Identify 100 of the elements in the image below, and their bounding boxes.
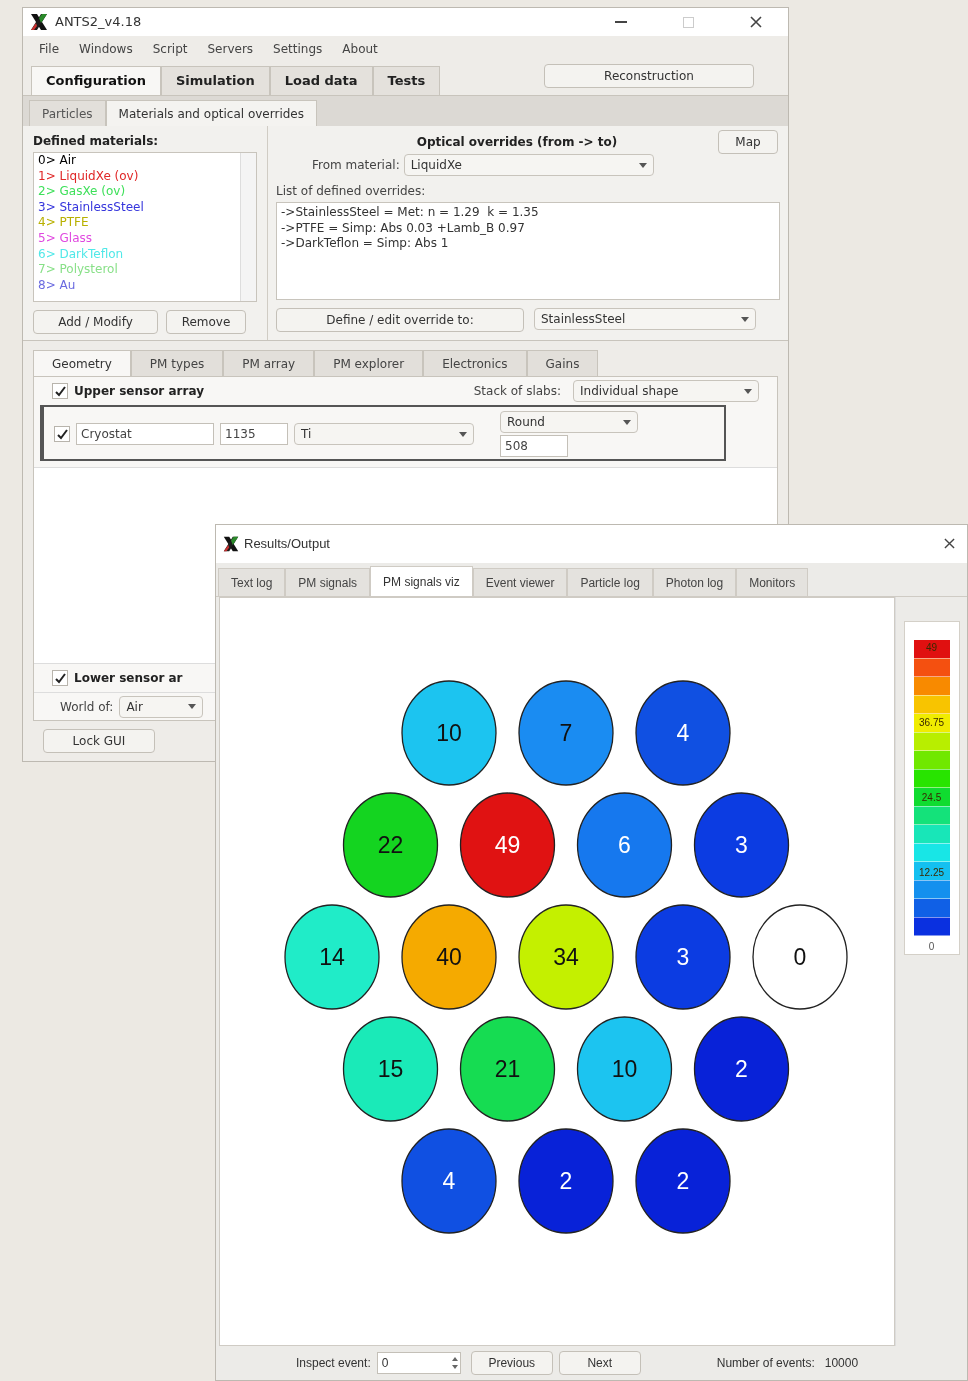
- results-tab[interactable]: Text log: [218, 568, 286, 597]
- detector-tab[interactable]: PM explorer: [314, 350, 424, 376]
- checkbox[interactable]: [52, 383, 68, 399]
- define-override-button[interactable]: Define / edit override to:: [276, 308, 524, 332]
- results-tab[interactable]: PM signals: [285, 568, 371, 597]
- map-button[interactable]: Map: [718, 130, 778, 154]
- world-dropdown[interactable]: Air: [119, 695, 204, 718]
- sub-tab[interactable]: Materials and optical overrides: [105, 100, 317, 126]
- scrollbar[interactable]: [240, 153, 256, 301]
- next-button[interactable]: Next: [558, 1351, 641, 1376]
- scale-label: 36.75: [918, 717, 945, 730]
- menu-item[interactable]: File: [39, 39, 60, 58]
- pm-sensor[interactable]: [693, 792, 790, 898]
- slab-thickness-field[interactable]: 1135: [220, 423, 288, 445]
- dropdown-caret-icon: [623, 419, 631, 425]
- menu-item[interactable]: About: [342, 39, 378, 58]
- slab-size-field[interactable]: 508: [500, 435, 568, 457]
- checkbox[interactable]: [52, 670, 68, 686]
- pm-signal-value: 2: [735, 1056, 748, 1083]
- checkbox[interactable]: [54, 426, 70, 442]
- detector-tab[interactable]: Gains: [526, 350, 599, 376]
- dropdown-caret-icon: [188, 704, 197, 709]
- slab-name-field[interactable]: Cryostat: [76, 423, 214, 445]
- pm-sensor[interactable]: [752, 904, 848, 1010]
- slab-shape-dropdown[interactable]: Round: [500, 411, 638, 433]
- events-count-label: Number of events:: [716, 1355, 815, 1373]
- menu-item[interactable]: Windows: [79, 39, 133, 58]
- pm-sensor[interactable]: [518, 904, 614, 1010]
- menu-item[interactable]: Settings: [273, 39, 323, 58]
- pm-signal-value: 4: [676, 720, 690, 747]
- pm-signal-value: 4: [442, 1168, 456, 1195]
- scale-label: 12.25: [918, 867, 945, 880]
- pm-signal-value: 3: [735, 832, 748, 859]
- remove-button[interactable]: Remove: [166, 310, 246, 334]
- previous-button[interactable]: Previous: [470, 1351, 553, 1376]
- pm-signal-value: 2: [559, 1168, 573, 1195]
- overrides-list-label: List of defined overrides:: [276, 183, 427, 200]
- checkmark-icon: [56, 428, 68, 440]
- from-material-dropdown[interactable]: LiquidXe: [403, 154, 654, 176]
- stack-dropdown[interactable]: Individual shape: [573, 380, 759, 402]
- detector-tab[interactable]: PM types: [130, 350, 224, 376]
- detector-tab[interactable]: PM array: [223, 350, 315, 376]
- pm-sensor[interactable]: [284, 904, 380, 1010]
- pm-sensor[interactable]: [518, 680, 614, 786]
- materials-list[interactable]: 0> Air 1> LiquidXe (ov) 2> GasXe (ov) 3> StainlessSteel 4> PTFE 5> Glass 6> DarkTeflon 7> Polysterol 8> Au: [33, 152, 257, 302]
- pm-sensor[interactable]: [635, 904, 731, 1010]
- pm-sensor[interactable]: [459, 792, 556, 898]
- dropdown-caret-icon: [744, 388, 752, 394]
- detector-tab[interactable]: Geometry: [33, 350, 131, 376]
- close-icon[interactable]: [944, 538, 955, 550]
- pm-sensor[interactable]: [401, 904, 497, 1010]
- material-item[interactable]: 0> Air: [38, 153, 240, 169]
- pm-sensor[interactable]: [342, 792, 439, 898]
- results-tab[interactable]: PM signals viz: [370, 566, 473, 597]
- pm-sensor[interactable]: [401, 1128, 497, 1234]
- pm-signal-value: 7: [559, 720, 573, 747]
- event-spinbox[interactable]: 0: [376, 1352, 461, 1375]
- pm-sensor[interactable]: [693, 1016, 790, 1122]
- menu-item[interactable]: Servers: [207, 39, 254, 58]
- material-item[interactable]: 1> LiquidXe (ov): [38, 168, 240, 185]
- checkmark-icon: [54, 385, 66, 397]
- override-entry[interactable]: ->DarkTeflon = Simp: Abs 1: [281, 236, 775, 252]
- lock-gui-button[interactable]: Lock GUI: [43, 729, 155, 753]
- pm-sensor[interactable]: [342, 1016, 439, 1122]
- menu-item[interactable]: Script: [152, 39, 188, 58]
- app-logo-icon: [222, 534, 240, 553]
- slab-material-dropdown[interactable]: Ti: [294, 423, 474, 445]
- pm-signal-value: 40: [436, 944, 462, 971]
- override-entry[interactable]: ->StainlessSteel = Met: n = 1.29 k = 1.35: [281, 205, 775, 221]
- close-icon[interactable]: [750, 16, 762, 28]
- pm-sensor[interactable]: [401, 680, 497, 786]
- pm-sensor[interactable]: [576, 1016, 673, 1122]
- results-tab[interactable]: Monitors: [736, 568, 809, 597]
- main-tab[interactable]: Configuration: [31, 66, 161, 95]
- scale-label: 0: [928, 940, 935, 955]
- stack-label: Stack of slabs:: [473, 383, 561, 400]
- results-tab[interactable]: Particle log: [567, 568, 653, 597]
- material-item[interactable]: 5> Glass: [38, 230, 240, 247]
- material-item[interactable]: 3> StainlessSteel: [38, 199, 240, 216]
- main-tab[interactable]: Load data: [269, 66, 373, 95]
- override-entry[interactable]: ->PTFE = Simp: Abs 0.03 +Lamb_B 0.97: [281, 220, 775, 236]
- pm-sensor[interactable]: [635, 1128, 731, 1234]
- overrides-list[interactable]: ->StainlessSteel = Met: n = 1.29 k = 1.35 ->PTFE = Simp: Abs 0.03 +Lamb_B 0.97 ->DarkTeflon = Simp: Abs 1: [276, 202, 780, 300]
- pm-sensor[interactable]: [576, 792, 673, 898]
- pm-sensor[interactable]: [518, 1128, 614, 1234]
- main-tab[interactable]: Tests: [372, 66, 441, 95]
- add-modify-button[interactable]: Add / Modify: [33, 310, 158, 334]
- sub-tab[interactable]: Particles: [29, 100, 106, 126]
- main-tab[interactable]: Simulation: [160, 66, 270, 95]
- reconstruction-button[interactable]: Reconstruction: [544, 64, 754, 88]
- pm-sensor[interactable]: [635, 680, 731, 786]
- results-tab[interactable]: Photon log: [652, 568, 737, 597]
- override-target-dropdown[interactable]: StainlessSteel: [534, 308, 756, 330]
- pm-sensor[interactable]: [459, 1016, 556, 1122]
- detector-tab[interactable]: Electronics: [423, 350, 527, 376]
- upper-array-label: Upper sensor array: [74, 383, 205, 400]
- pm-signal-value: 15: [377, 1056, 404, 1083]
- pm-signal-value: 49: [494, 832, 521, 859]
- results-tab[interactable]: Event viewer: [472, 568, 568, 597]
- material-item[interactable]: 8> Au: [38, 277, 240, 294]
